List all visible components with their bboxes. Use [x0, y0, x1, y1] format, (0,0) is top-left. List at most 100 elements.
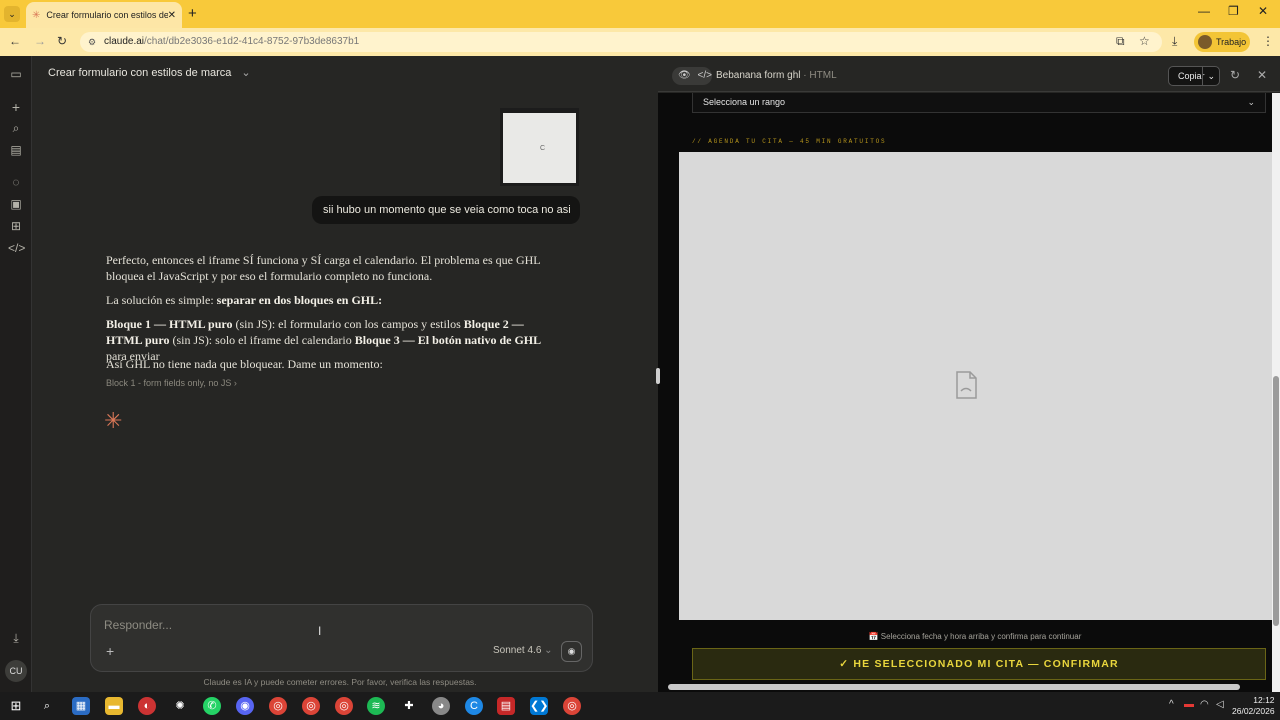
- claude-thinking-icon: ✳: [104, 408, 123, 433]
- artifact-reference-text: Block 1 - form fields only, no JS: [106, 378, 232, 388]
- close-tab-icon[interactable]: ✕: [168, 10, 176, 21]
- address-bar[interactable]: ⚙ claude.ai/chat/db2e3036-e1d2-41c4-8752…: [80, 32, 1162, 52]
- app-icon-1[interactable]: ◐: [138, 697, 156, 715]
- volume-icon[interactable]: ◁: [1216, 699, 1224, 710]
- p3-bold-3: Bloque 3 — El botón nativo de GHL: [354, 333, 542, 347]
- reload-icon[interactable]: ↻: [57, 34, 67, 48]
- model-label: Sonnet 4.6: [493, 645, 542, 656]
- p2-bold: separar en dos bloques en GHL:: [216, 293, 383, 307]
- refresh-icon[interactable]: ↻: [1230, 68, 1240, 82]
- discord-icon[interactable]: ◉: [236, 697, 254, 715]
- projects-icon[interactable]: ▤: [8, 143, 24, 157]
- panel-resize-handle[interactable]: [656, 368, 660, 384]
- chrome-icon[interactable]: ◎: [269, 697, 287, 715]
- chrome-active-icon[interactable]: ◎: [302, 697, 320, 715]
- artifact-reference-link[interactable]: Block 1 - form fields only, no JS ›: [106, 378, 237, 388]
- broken-page-icon: [956, 371, 977, 399]
- new-chat-icon[interactable]: +: [8, 99, 24, 115]
- composer-placeholder[interactable]: Responder...: [104, 618, 172, 632]
- clock-time: 12:12: [1253, 695, 1275, 705]
- calendar-hint: 📅 Selecciona fecha y hora arriba y confi…: [868, 632, 1082, 641]
- assistant-paragraph-1: Perfecto, entonces el iframe SÍ funciona…: [106, 253, 541, 283]
- agenda-label: // AGENDA TU CITA — 45 MIN GRATUITOS: [692, 138, 887, 145]
- taskbar-clock[interactable]: 12:12 26/02/2026: [1232, 695, 1275, 717]
- search-icon[interactable]: ⌕: [8, 121, 24, 136]
- site-info-icon[interactable]: ⚙: [88, 32, 96, 52]
- chevron-down-icon: ⌄: [544, 645, 553, 656]
- wifi-icon[interactable]: ◠: [1200, 699, 1209, 710]
- profile-button[interactable]: Trabajo: [1194, 32, 1250, 52]
- profile-label: Trabajo: [1216, 37, 1247, 47]
- horizontal-scrollbar[interactable]: [668, 684, 1240, 690]
- bookmark-star-icon[interactable]: ☆: [1139, 34, 1150, 48]
- preview-code-toggle[interactable]: 👁 </>: [672, 67, 712, 85]
- copy-dropdown-icon[interactable]: ⌄: [1202, 67, 1215, 85]
- app-icon-4[interactable]: C: [465, 697, 483, 715]
- thumbnail-loading-icon: C: [540, 145, 546, 152]
- spotify-icon[interactable]: ≋: [367, 697, 385, 715]
- close-window-icon[interactable]: ✕: [1258, 4, 1268, 18]
- tab-title: Crear formulario con estilos de: [46, 10, 168, 20]
- vscode-icon[interactable]: ❮❯: [530, 697, 548, 715]
- app-icon-5[interactable]: ▤: [497, 697, 515, 715]
- p3-bold-1: Bloque 1 — HTML puro: [106, 317, 233, 331]
- stack-icon[interactable]: ▣: [8, 197, 24, 211]
- install-app-icon[interactable]: ⧉: [1116, 34, 1125, 49]
- model-selector[interactable]: Sonnet 4.6 ⌄: [493, 645, 553, 656]
- chrome-profile-icon[interactable]: ◎: [335, 697, 353, 715]
- chevron-down-icon: ⌄: [241, 67, 251, 79]
- range-select-value: Selecciona un rango: [703, 97, 786, 107]
- range-select[interactable]: Selecciona un rango ⌄: [692, 93, 1266, 113]
- sidebar-toggle-icon[interactable]: ▭: [8, 67, 24, 81]
- chrome-icon-2[interactable]: ◎: [563, 697, 581, 715]
- eye-icon[interactable]: 👁: [678, 70, 691, 81]
- windows-start-icon[interactable]: ⊞: [7, 697, 25, 715]
- app-icon-3[interactable]: ◕: [432, 697, 450, 715]
- browser-menu-icon[interactable]: ⋮: [1262, 34, 1274, 48]
- back-icon[interactable]: ←: [9, 34, 21, 48]
- minimize-icon[interactable]: —: [1198, 4, 1210, 18]
- url-host: claude.ai: [104, 36, 145, 47]
- attached-screenshot-thumbnail[interactable]: C: [500, 108, 579, 186]
- tray-app-icon[interactable]: ▬: [1184, 699, 1194, 710]
- confirm-appointment-button[interactable]: ✓ HE SELECCIONADO MI CITA — CONFIRMAR: [692, 648, 1266, 680]
- message-composer[interactable]: [90, 604, 593, 672]
- download-app-icon[interactable]: ⤓: [8, 631, 24, 646]
- disclaimer-text: Claude es IA y puede cometer errores. Po…: [203, 677, 477, 687]
- claude-favicon-icon: ✳: [32, 9, 41, 21]
- browser-tab-active[interactable]: ✳ Crear formulario con estilos de ✕: [26, 2, 182, 28]
- vertical-scrollbar-thumb[interactable]: [1273, 376, 1279, 626]
- add-attachment-icon[interactable]: +: [106, 643, 114, 659]
- code-icon[interactable]: </>: [8, 241, 25, 255]
- artifacts-icon[interactable]: ⊞: [8, 219, 24, 233]
- url-path: /chat/db2e3036-e1d2-41c4-8752-97b3de8637…: [144, 36, 360, 47]
- taskbar-search-icon[interactable]: ⌕: [38, 697, 56, 715]
- file-explorer-icon[interactable]: ▬: [105, 697, 123, 715]
- p3-text-1: (sin JS): el formulario con los campos y…: [232, 317, 464, 331]
- chats-icon[interactable]: ◌: [8, 175, 24, 189]
- p3-text-2: (sin JS): solo el iframe del calendario: [169, 333, 355, 347]
- artifact-type: HTML: [809, 70, 837, 81]
- clock-date: 26/02/2026: [1232, 706, 1275, 716]
- downloads-icon[interactable]: ⤓: [1172, 34, 1177, 49]
- p2-text: La solución es simple:: [106, 293, 217, 307]
- copy-label: Copiar: [1178, 71, 1205, 81]
- chevron-down-icon: ⌄: [1247, 97, 1255, 107]
- chatgpt-icon[interactable]: ✺: [171, 697, 189, 715]
- app-icon-2[interactable]: ✚: [400, 697, 418, 715]
- chat-title[interactable]: Crear formulario con estilos de marca ⌄: [48, 66, 251, 79]
- whatsapp-icon[interactable]: ✆: [203, 697, 221, 715]
- tray-overflow-icon[interactable]: ^: [1169, 699, 1174, 710]
- close-panel-icon[interactable]: ✕: [1257, 68, 1267, 82]
- new-tab-icon[interactable]: +: [188, 5, 197, 22]
- restore-icon[interactable]: ❐: [1228, 4, 1239, 18]
- copy-button[interactable]: Copiar ⌄: [1168, 66, 1220, 86]
- tab-search-icon[interactable]: ⌄: [4, 6, 20, 22]
- voice-mode-icon[interactable]: ◉: [561, 641, 582, 662]
- code-toggle-icon[interactable]: </>: [697, 70, 711, 81]
- text-cursor-icon: I: [318, 624, 322, 638]
- store-icon[interactable]: ▦: [72, 697, 90, 715]
- forward-icon[interactable]: →: [34, 34, 46, 48]
- assistant-paragraph-2: La solución es simple: separar en dos bl…: [106, 292, 556, 308]
- chevron-right-icon: ›: [233, 378, 237, 388]
